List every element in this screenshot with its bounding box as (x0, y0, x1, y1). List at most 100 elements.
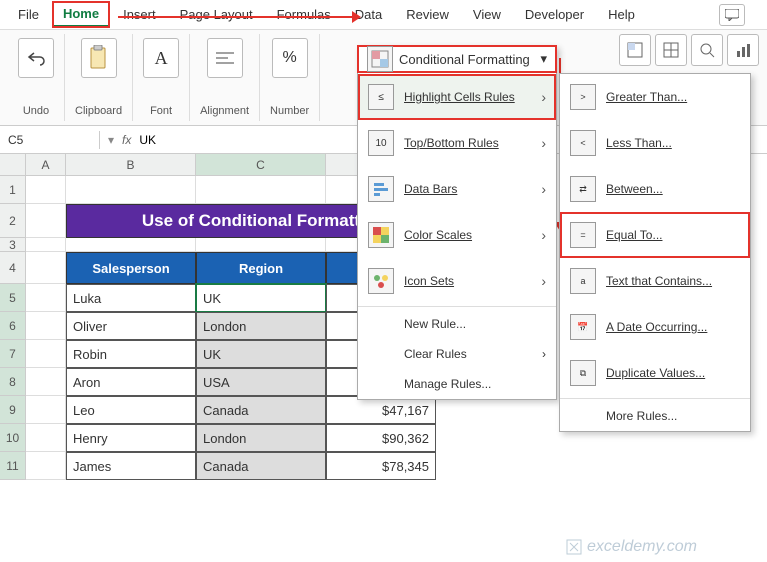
sub-date-label: A Date Occurring... (606, 320, 707, 334)
chevron-right-icon: › (541, 135, 546, 151)
menu-view[interactable]: View (463, 3, 511, 26)
table-cell[interactable]: Luka (66, 284, 196, 312)
duplicate-icon: ⧉ (570, 360, 596, 386)
equal-icon: = (570, 222, 596, 248)
table-cell[interactable]: Canada (196, 396, 326, 424)
cf-icon-sets[interactable]: Icon Sets › (358, 258, 556, 304)
editing-icon[interactable] (691, 34, 723, 66)
table-cell[interactable]: $47,167 (326, 396, 436, 424)
menu-help[interactable]: Help (598, 3, 645, 26)
chevron-right-icon: › (541, 181, 546, 197)
row-header-10[interactable]: 10 (0, 424, 26, 452)
table-cell[interactable]: James (66, 452, 196, 480)
chevron-right-icon: › (541, 89, 546, 105)
menubar: File Home Insert Page Layout Formulas Da… (0, 0, 767, 30)
row-header-2[interactable]: 2 (0, 204, 26, 238)
menu-home[interactable]: Home (53, 2, 109, 27)
sub-between-label: Between... (606, 182, 663, 196)
cf-manage-rules-label: Manage Rules... (404, 377, 491, 391)
cf-manage-rules[interactable]: Manage Rules... (358, 369, 556, 399)
paste-icon[interactable] (81, 38, 117, 78)
cf-data-bars[interactable]: Data Bars › (358, 166, 556, 212)
menu-review[interactable]: Review (396, 3, 459, 26)
row-header-3[interactable]: 3 (0, 238, 26, 252)
menu-page-layout[interactable]: Page Layout (170, 3, 263, 26)
cf-clear-rules[interactable]: Clear Rules› (358, 339, 556, 369)
header-region: Region (196, 252, 326, 284)
cf-colorscales-label: Color Scales (404, 228, 472, 242)
menu-developer[interactable]: Developer (515, 3, 594, 26)
table-cell[interactable]: Leo (66, 396, 196, 424)
cells-icon[interactable] (655, 34, 687, 66)
ribbon-clipboard-label: Clipboard (75, 105, 122, 117)
select-all-corner[interactable] (0, 154, 26, 176)
row-header-6[interactable]: 6 (0, 312, 26, 340)
chevron-down-icon: ▾ (540, 51, 547, 67)
menu-data[interactable]: Data (345, 3, 392, 26)
ribbon-font-group: A Font (133, 34, 190, 121)
table-cell[interactable]: Canada (196, 452, 326, 480)
alignment-icon[interactable] (207, 38, 243, 78)
table-cell[interactable]: $90,362 (326, 424, 436, 452)
cf-databars-label: Data Bars (404, 182, 457, 196)
sub-greater-than[interactable]: >Greater Than... (560, 74, 750, 120)
table-cell[interactable]: London (196, 312, 326, 340)
name-box[interactable]: C5 (0, 131, 100, 149)
table-cell[interactable]: London (196, 424, 326, 452)
row-header-8[interactable]: 8 (0, 368, 26, 396)
conditional-formatting-button[interactable]: Conditional Formatting ▾ (357, 45, 557, 73)
chevron-right-icon: › (541, 227, 546, 243)
iconsets-icon (368, 268, 394, 294)
ribbon-undo-group: Undo (8, 34, 65, 121)
table-cell[interactable]: $78,345 (326, 452, 436, 480)
sub-text-contains[interactable]: aText that Contains... (560, 258, 750, 304)
cf-highlight-cells-rules[interactable]: ≤ Highlight Cells Rules › (358, 74, 556, 120)
colorscales-icon (368, 222, 394, 248)
undo-icon[interactable] (18, 38, 54, 78)
sub-between[interactable]: ⇄Between... (560, 166, 750, 212)
styles-icon[interactable] (619, 34, 651, 66)
font-icon[interactable]: A (143, 38, 179, 78)
cf-new-rule-label: New Rule... (404, 317, 466, 331)
menu-file[interactable]: File (8, 3, 49, 26)
table-cell[interactable]: Henry (66, 424, 196, 452)
active-cell[interactable]: UK (196, 284, 326, 312)
menu-formulas[interactable]: Formulas (267, 3, 341, 26)
cf-top-bottom-rules[interactable]: 10 Top/Bottom Rules › (358, 120, 556, 166)
fx-label[interactable]: fx (122, 133, 131, 147)
analysis-icon[interactable] (727, 34, 759, 66)
cf-color-scales[interactable]: Color Scales › (358, 212, 556, 258)
ribbon-clipboard-group: Clipboard (65, 34, 133, 121)
sub-less-than[interactable]: <Less Than... (560, 120, 750, 166)
row-header-1[interactable]: 1 (0, 176, 26, 204)
table-cell[interactable]: Robin (66, 340, 196, 368)
cf-iconsets-label: Icon Sets (404, 274, 454, 288)
table-cell[interactable]: Aron (66, 368, 196, 396)
row-header-7[interactable]: 7 (0, 340, 26, 368)
row-header-9[interactable]: 9 (0, 396, 26, 424)
ribbon-number-label: Number (270, 105, 309, 117)
menu-insert[interactable]: Insert (113, 3, 166, 26)
sub-more-rules[interactable]: More Rules... (560, 401, 750, 431)
row-header-11[interactable]: 11 (0, 452, 26, 480)
sub-date-occurring[interactable]: 📅A Date Occurring... (560, 304, 750, 350)
row-header-5[interactable]: 5 (0, 284, 26, 312)
sub-equal-to[interactable]: =Equal To... (560, 212, 750, 258)
col-header-b[interactable]: B (66, 154, 196, 176)
sub-duplicate-values[interactable]: ⧉Duplicate Values... (560, 350, 750, 396)
header-salesperson: Salesperson (66, 252, 196, 284)
table-cell[interactable]: USA (196, 368, 326, 396)
ribbon-alignment-label: Alignment (200, 105, 249, 117)
table-cell[interactable]: UK (196, 340, 326, 368)
table-cell[interactable]: Oliver (66, 312, 196, 340)
row-header-4[interactable]: 4 (0, 252, 26, 284)
number-icon[interactable]: % (272, 38, 308, 78)
databars-icon (368, 176, 394, 202)
dropdown-icon[interactable]: ▾ (108, 133, 114, 147)
cf-new-rule[interactable]: New Rule... (358, 309, 556, 339)
greater-icon: > (570, 84, 596, 110)
comments-button[interactable] (719, 4, 745, 26)
col-header-c[interactable]: C (196, 154, 326, 176)
col-header-a[interactable]: A (26, 154, 66, 176)
topbottom-icon: 10 (368, 130, 394, 156)
